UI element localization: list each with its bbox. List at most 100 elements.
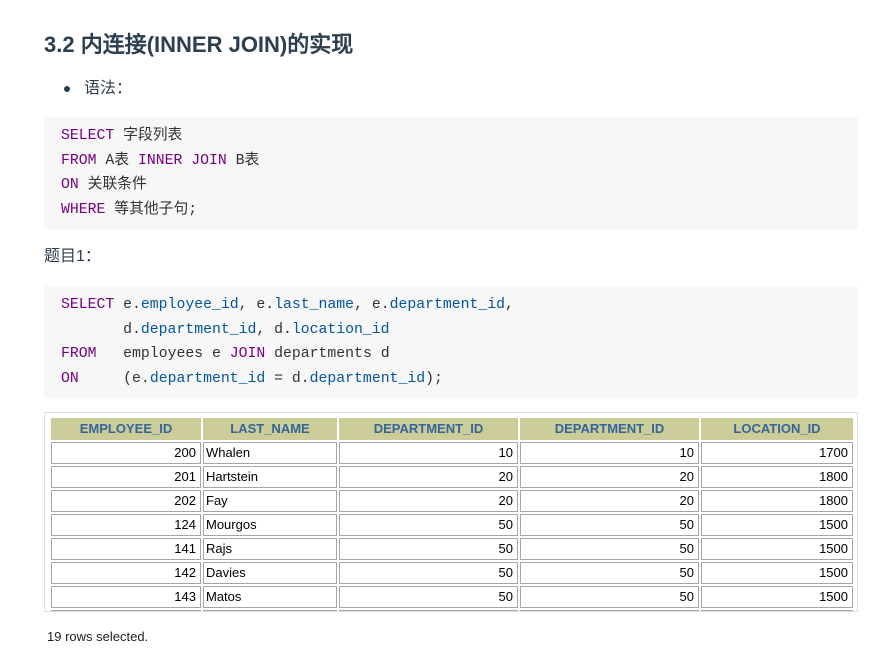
code-property: department_id xyxy=(309,370,426,387)
column-header: LAST_NAME xyxy=(203,418,337,440)
code-keyword: WHERE xyxy=(61,201,106,218)
code-line: FROM A表 INNER JOIN B表 xyxy=(61,149,841,174)
code-plain: , e. xyxy=(238,297,275,313)
code-plain: 字段列表 xyxy=(114,128,183,144)
table-cell: 50 xyxy=(520,562,699,584)
table-cell-clipped xyxy=(701,610,853,611)
code-line: ON 关联条件 xyxy=(61,173,841,198)
syntax-bullet-item: 语法： xyxy=(44,77,344,101)
code-property: department_id xyxy=(149,370,266,387)
table-cell: 50 xyxy=(520,586,699,608)
column-header: LOCATION_ID xyxy=(701,418,853,440)
table-cell: Matos xyxy=(203,586,337,608)
syntax-label: 语法： xyxy=(84,80,133,97)
code-keyword: ON xyxy=(61,177,79,193)
code-plain: employees e xyxy=(96,346,230,362)
question-label: 题目1： xyxy=(44,248,101,265)
code-keyword: FROM xyxy=(61,346,97,362)
table-cell: 1500 xyxy=(701,538,853,560)
table-cell-clipped xyxy=(203,610,337,611)
result-row-count: 19 rows selected. xyxy=(47,629,149,644)
table-cell: 10 xyxy=(520,442,699,464)
code-keyword: SELECT xyxy=(61,128,115,144)
code-line: SELECT 字段列表 xyxy=(61,124,841,149)
table-cell: 20 xyxy=(520,466,699,488)
code-plain: ); xyxy=(425,370,443,387)
table-cell: 202 xyxy=(51,490,201,512)
code-plain: , e. xyxy=(354,297,390,313)
code-plain: 等其他子句; xyxy=(105,201,198,218)
table-cell: 124 xyxy=(51,514,201,536)
code-plain: , xyxy=(505,297,514,313)
table-cell: Mourgos xyxy=(203,514,337,536)
page-title: 3.2 内连接(INNER JOIN)的实现 xyxy=(44,32,354,57)
code-line: d.department_id, d.location_id xyxy=(61,318,841,343)
table-row: 141 Rajs 50 50 1500 xyxy=(51,538,853,560)
code-plain: , d. xyxy=(256,321,292,338)
table-cell: Davies xyxy=(203,562,337,584)
code-plain: departments d xyxy=(265,346,390,362)
code-property: employee_id xyxy=(140,297,239,313)
code-plain: B表 xyxy=(226,152,260,169)
table-cell: 142 xyxy=(51,562,201,584)
code-keyword: INNER JOIN xyxy=(137,152,227,169)
table-cell: 1700 xyxy=(701,442,853,464)
code-plain: A表 xyxy=(96,152,138,169)
query-code-block: SELECT e.employee_id, e.last_name, e.dep… xyxy=(44,286,858,398)
code-line: ON (e.department_id = d.department_id); xyxy=(61,367,841,392)
code-property: last_name xyxy=(274,297,355,313)
table-header-row: EMPLOYEE_ID LAST_NAME DEPARTMENT_ID DEPARTM… xyxy=(51,418,853,440)
table-cell: 20 xyxy=(339,490,518,512)
table-cell: 50 xyxy=(339,586,518,608)
code-keyword: SELECT xyxy=(61,297,115,313)
table-cell: Rajs xyxy=(203,538,337,560)
code-plain: = d. xyxy=(265,370,310,387)
code-line: FROM employees e JOIN departments d xyxy=(61,342,841,367)
table-cell: 1500 xyxy=(701,514,853,536)
code-plain: d. xyxy=(61,321,141,338)
table-cell: Fay xyxy=(203,490,337,512)
code-property: location_id xyxy=(291,321,390,338)
table-cell-clipped xyxy=(51,610,201,611)
code-plain: e. xyxy=(114,297,141,313)
table-cell: 200 xyxy=(51,442,201,464)
column-header: EMPLOYEE_ID xyxy=(51,418,201,440)
table-row: 124 Mourgos 50 50 1500 xyxy=(51,514,853,536)
table-cell-clipped xyxy=(339,610,518,611)
syntax-code-block: SELECT 字段列表 FROM A表 INNER JOIN B表 ON 关联条件 W… xyxy=(44,117,858,229)
table-cell: 1800 xyxy=(701,490,853,512)
table-row: 202 Fay 20 20 1800 xyxy=(51,490,853,512)
table-cell: 50 xyxy=(339,538,518,560)
code-line: SELECT e.employee_id, e.last_name, e.dep… xyxy=(61,293,841,318)
bullet-marker xyxy=(64,86,70,92)
table-cell: 20 xyxy=(520,490,699,512)
code-plain: 关联条件 xyxy=(78,177,147,193)
table-cell: Hartstein xyxy=(203,466,337,488)
table-cell: 1800 xyxy=(701,466,853,488)
code-plain: (e. xyxy=(78,370,150,387)
table-cell: 10 xyxy=(339,442,518,464)
table-cell: 143 xyxy=(51,586,201,608)
table-row: 201 Hartstein 20 20 1800 xyxy=(51,466,853,488)
table-cell: Whalen xyxy=(203,442,337,464)
table-row-clipped xyxy=(51,610,853,611)
table-row: 143 Matos 50 50 1500 xyxy=(51,586,853,608)
table-row: 200 Whalen 10 10 1700 xyxy=(51,442,853,464)
query-result-image: EMPLOYEE_ID LAST_NAME DEPARTMENT_ID DEPARTM… xyxy=(44,412,858,612)
table-cell: 50 xyxy=(339,514,518,536)
table-cell: 201 xyxy=(51,466,201,488)
code-keyword: JOIN xyxy=(229,346,266,362)
table-cell: 20 xyxy=(339,466,518,488)
code-property: department_id xyxy=(140,321,257,338)
table-cell: 141 xyxy=(51,538,201,560)
code-keyword: ON xyxy=(61,370,79,387)
table-cell: 1500 xyxy=(701,562,853,584)
column-header: DEPARTMENT_ID xyxy=(339,418,518,440)
table-cell: 1500 xyxy=(701,586,853,608)
table-cell: 50 xyxy=(520,514,699,536)
table-cell-clipped xyxy=(520,610,699,611)
code-line: WHERE 等其他子句; xyxy=(61,198,841,223)
code-property: department_id xyxy=(389,297,506,313)
table-row: 142 Davies 50 50 1500 xyxy=(51,562,853,584)
result-table: EMPLOYEE_ID LAST_NAME DEPARTMENT_ID DEPARTM… xyxy=(51,418,853,611)
